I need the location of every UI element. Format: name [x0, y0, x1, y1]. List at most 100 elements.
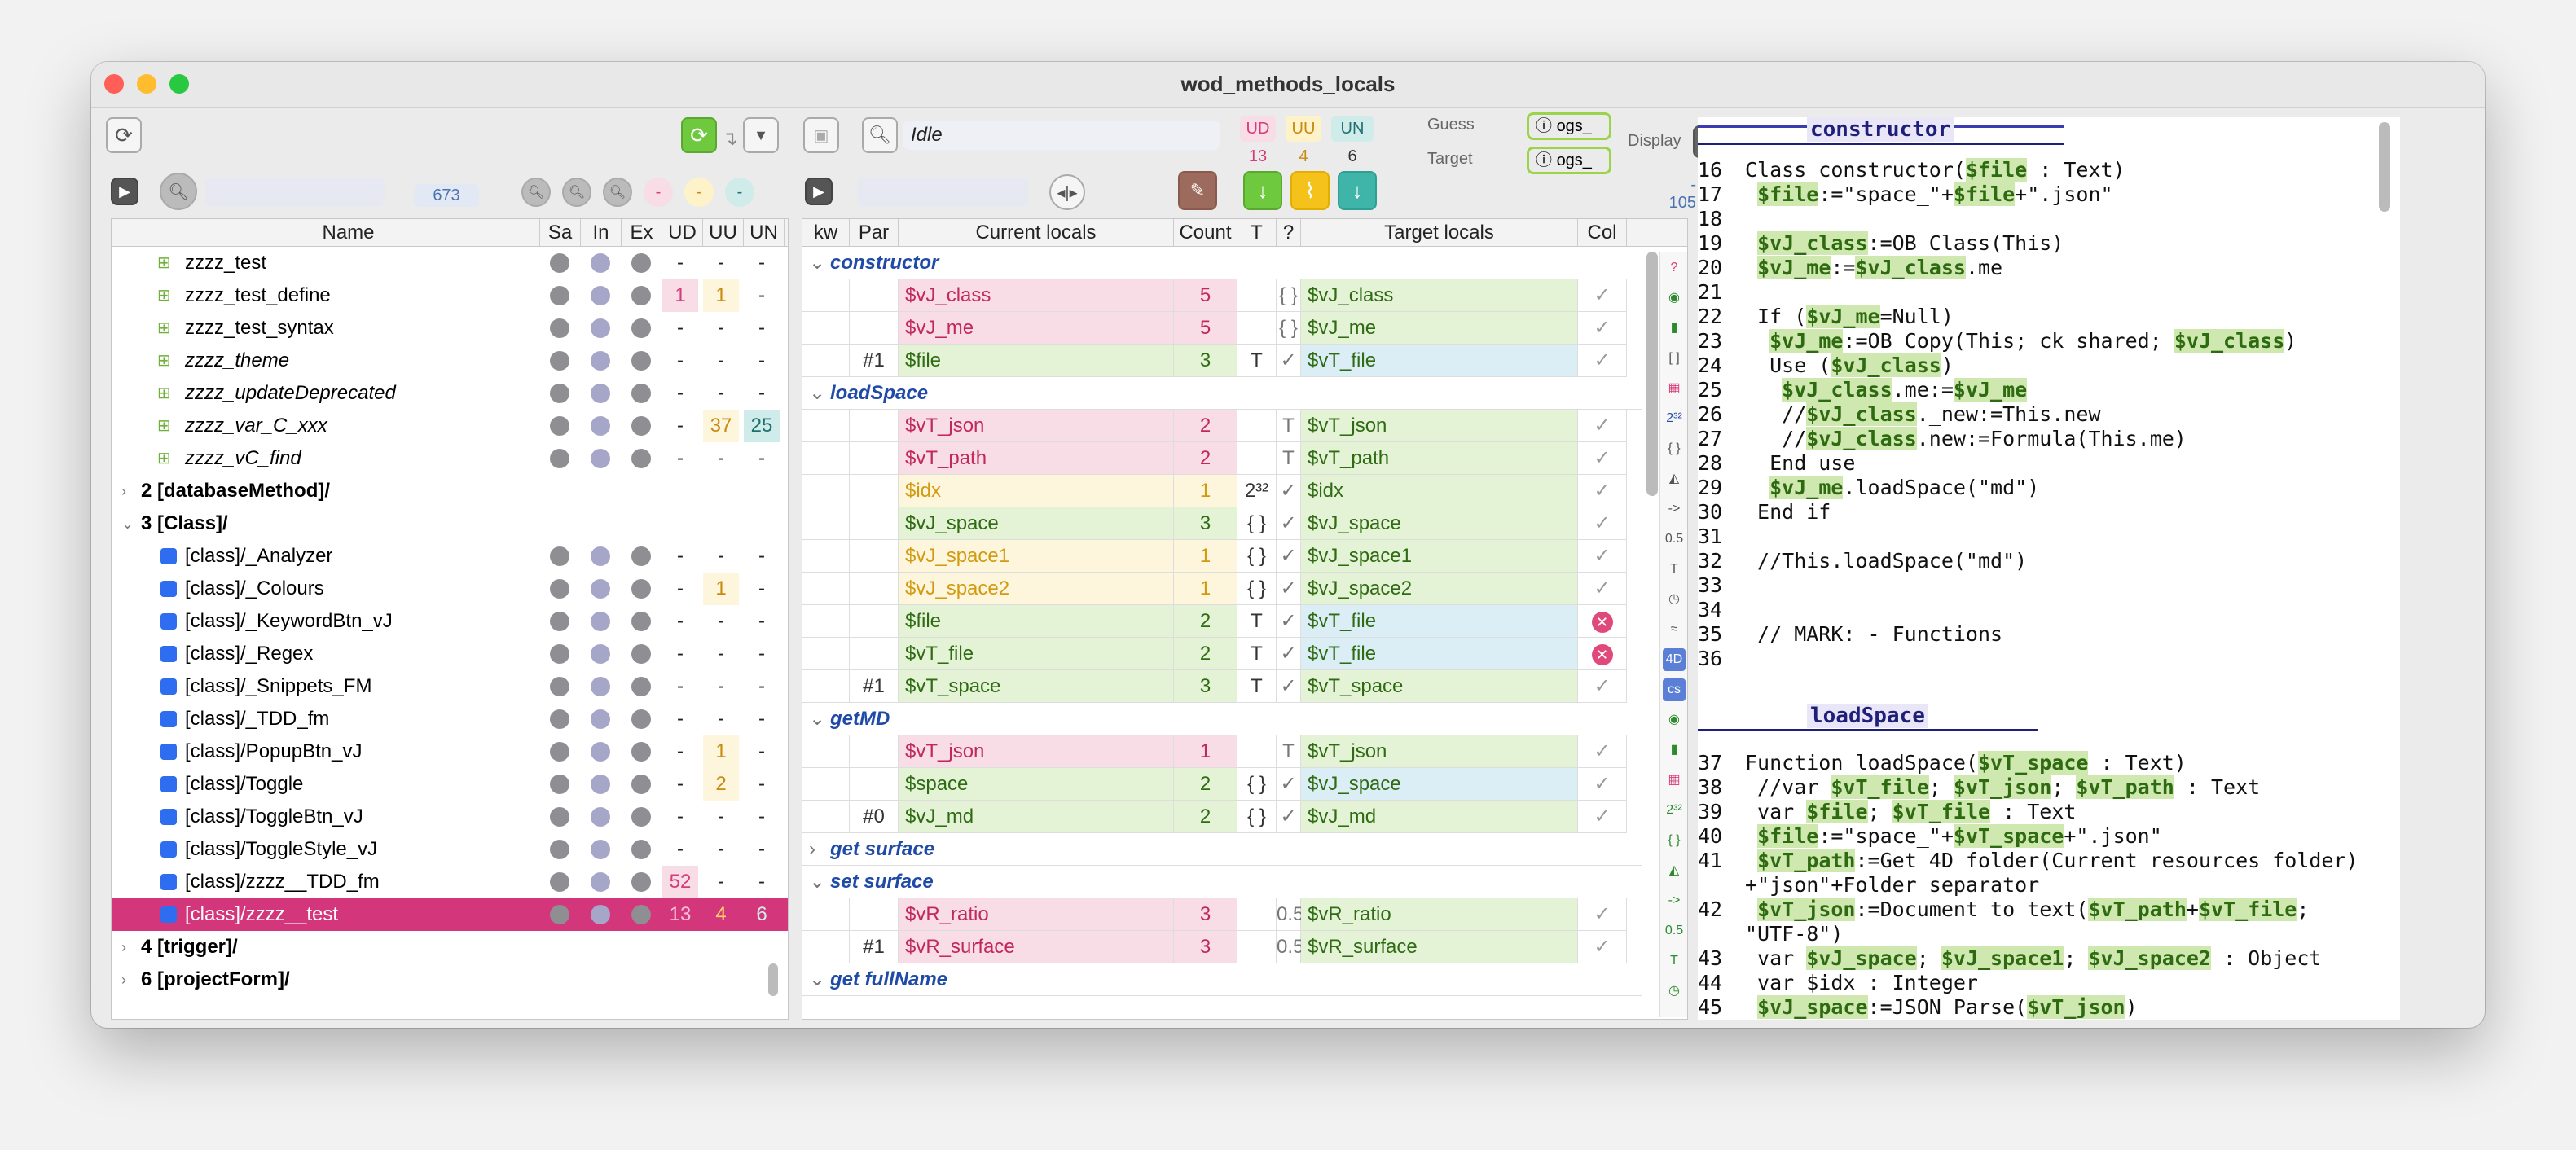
list-item[interactable]: [class]/zzzz__test 13 4 6: [112, 898, 788, 931]
cell-col[interactable]: ✓: [1578, 540, 1627, 573]
ex-filter-button[interactable]: 🔍︎: [603, 178, 632, 207]
cell-col[interactable]: ✓: [1578, 801, 1627, 833]
cell-tgt[interactable]: $vJ_space1: [1301, 540, 1578, 573]
cell-tgt[interactable]: $vT_space: [1301, 670, 1578, 703]
grid-row[interactable]: #1 $vT_space 3 T ✓ $vT_space ✓: [802, 670, 1642, 703]
list-item[interactable]: [class]/ToggleBtn_vJ - - -: [112, 801, 788, 833]
list-item[interactable]: [class]/ToggleStyle_vJ - - -: [112, 833, 788, 866]
code-block-loadspace[interactable]: 37 Function loadSpace($vT_space : Text) 38…: [1698, 751, 2400, 1020]
code-line[interactable]: 42 $vT_json:=Document to text($vT_path+$…: [1698, 898, 2400, 922]
list-item[interactable]: ⊞ zzzz_var_C_xxx -37 25: [112, 410, 788, 442]
text-icon[interactable]: T: [1663, 950, 1686, 972]
code-scrollbar[interactable]: [2379, 122, 2390, 212]
check-icon[interactable]: ✓: [1594, 773, 1610, 795]
cell-tgt[interactable]: $vT_file: [1301, 605, 1578, 638]
code-line[interactable]: 36: [1698, 647, 2400, 671]
reload-button[interactable]: ⟳: [106, 117, 142, 153]
real-icon[interactable]: 0.5: [1663, 528, 1686, 551]
chevron-icon[interactable]: ⌄: [809, 247, 825, 279]
grid-row[interactable]: $vJ_space 3{ } ✓ $vJ_space ✓: [802, 507, 1642, 540]
tag-icon[interactable]: ◉: [1663, 709, 1686, 731]
error-icon[interactable]: ✕: [1591, 612, 1613, 633]
traffic-icon[interactable]: ▮: [1663, 317, 1686, 340]
code-line[interactable]: 27 //$vJ_class.new:=Formula(This.me): [1698, 427, 2400, 451]
pointer-icon[interactable]: ->: [1663, 889, 1686, 912]
search-button[interactable]: 🔍︎: [862, 117, 898, 153]
time-icon[interactable]: ◷: [1663, 588, 1686, 611]
grid-search-input[interactable]: [857, 178, 1028, 207]
group-header[interactable]: › get surface: [802, 833, 1642, 866]
chevron-icon[interactable]: ›: [121, 963, 126, 996]
code-line[interactable]: 44 var $idx : Integer: [1698, 971, 2400, 995]
code-line[interactable]: 23 $vJ_me:=OB Copy(This; ck shared; $vJ_…: [1698, 329, 2400, 353]
code-line[interactable]: 39 var $file; $vT_file : Text: [1698, 800, 2400, 824]
cell-tgt[interactable]: $vT_json: [1301, 410, 1578, 442]
list-item[interactable]: › 6 [projectForm]/: [112, 963, 788, 996]
cell-col[interactable]: ✕: [1578, 638, 1627, 670]
col-current-locals[interactable]: Current locals: [899, 219, 1174, 247]
list-item[interactable]: [class]/_Analyzer - - -: [112, 540, 788, 573]
help-icon[interactable]: ?: [1663, 257, 1686, 279]
grid-row[interactable]: $vT_file 2 T ✓ $vT_file ✕: [802, 638, 1642, 670]
grid-row[interactable]: #1 $file 3 T ✓ $vT_file ✓: [802, 345, 1642, 377]
cell-col[interactable]: ✓: [1578, 573, 1627, 605]
in-filter-button[interactable]: 🔍︎: [562, 178, 591, 207]
calendar-icon[interactable]: ▦: [1663, 377, 1686, 400]
check-icon[interactable]: ✓: [1594, 805, 1610, 827]
grid-row[interactable]: $file 2 T ✓ $vT_file ✕: [802, 605, 1642, 638]
list-item[interactable]: ⊞ zzzz_theme - - -: [112, 345, 788, 377]
check-icon[interactable]: ✓: [1594, 577, 1610, 599]
code-line[interactable]: 33: [1698, 573, 2400, 598]
code-block-constructor[interactable]: 16 Class constructor($file : Text) 17 $fil…: [1698, 158, 2400, 671]
list-item[interactable]: [class]/_TDD_fm - - -: [112, 703, 788, 735]
list-item[interactable]: › 4 [trigger]/: [112, 931, 788, 963]
error-icon[interactable]: ✕: [1591, 644, 1613, 665]
object-icon[interactable]: { }: [1663, 437, 1686, 460]
code-line[interactable]: "UTF-8"): [1698, 922, 2400, 946]
col-ex[interactable]: Ex: [622, 219, 662, 247]
grid-row[interactable]: $vJ_me 5{ } $vJ_me ✓: [802, 312, 1642, 345]
code-line[interactable]: 34: [1698, 598, 2400, 622]
check-icon[interactable]: ✓: [1594, 284, 1610, 306]
target-field[interactable]: ⓘ ogs_: [1527, 147, 1611, 174]
search-toggle-button[interactable]: 🔍︎: [160, 173, 197, 210]
object-icon[interactable]: { }: [1663, 829, 1686, 852]
grid-row[interactable]: $vJ_space2 1{ } ✓ $vJ_space2 ✓: [802, 573, 1642, 605]
list-item[interactable]: [class]/Toggle -2-: [112, 768, 788, 801]
check-icon[interactable]: ✓: [1594, 512, 1610, 534]
grid-row[interactable]: #1 $vR_surface 3 0.5 $vR_surface ✓: [802, 931, 1642, 963]
cell-tgt[interactable]: $vJ_space: [1301, 768, 1578, 801]
code-line[interactable]: 17 $file:="space_"+$file+".json": [1698, 182, 2400, 207]
eyedropper-button[interactable]: ✎: [1178, 171, 1217, 210]
code-line[interactable]: 21: [1698, 280, 2400, 305]
check-icon[interactable]: ✓: [1594, 447, 1610, 469]
list-item[interactable]: ⊞ zzzz_test_define 1 1-: [112, 279, 788, 312]
apply-teal-button[interactable]: ↓: [1338, 171, 1377, 210]
cell-tgt[interactable]: $vR_ratio: [1301, 898, 1578, 931]
cell-tgt[interactable]: $vT_path: [1301, 442, 1578, 475]
expand-grid-button[interactable]: ▶: [805, 178, 833, 205]
col-un[interactable]: UN: [744, 219, 785, 247]
grid-row[interactable]: $vT_json 2 T $vT_json ✓: [802, 410, 1642, 442]
code-line[interactable]: 35 // MARK: - Functions: [1698, 622, 2400, 647]
chevron-icon[interactable]: ›: [121, 931, 126, 963]
grid-scrollbar[interactable]: [1646, 252, 1658, 496]
grid-row[interactable]: $vJ_space1 1{ } ✓ $vJ_space1 ✓: [802, 540, 1642, 573]
col-ud[interactable]: UD: [662, 219, 703, 247]
code-line[interactable]: 41 $vT_path:=Get 4D folder(Current resou…: [1698, 849, 2400, 873]
col-t[interactable]: T: [1237, 219, 1277, 247]
code-line[interactable]: 18: [1698, 207, 2400, 231]
cell-col[interactable]: ✓: [1578, 931, 1627, 963]
code-line[interactable]: 32 //This.loadSpace("md"): [1698, 549, 2400, 573]
grid-row[interactable]: $vT_path 2 T $vT_path ✓: [802, 442, 1642, 475]
cell-col[interactable]: ✓: [1578, 735, 1627, 768]
col-target-locals[interactable]: Target locals: [1301, 219, 1578, 247]
sync-button[interactable]: ⟳: [681, 117, 717, 153]
grid-row[interactable]: $vJ_class 5{ } $vJ_class ✓: [802, 279, 1642, 312]
dropdown-button[interactable]: ▼: [743, 117, 779, 153]
cell-col[interactable]: ✓: [1578, 475, 1627, 507]
code-line[interactable]: 29 $vJ_me.loadSpace("md"): [1698, 476, 2400, 500]
list-item[interactable]: [class]/_Snippets_FM - - -: [112, 670, 788, 703]
chevron-icon[interactable]: ⌄: [809, 866, 825, 898]
check-icon[interactable]: ✓: [1594, 480, 1610, 502]
